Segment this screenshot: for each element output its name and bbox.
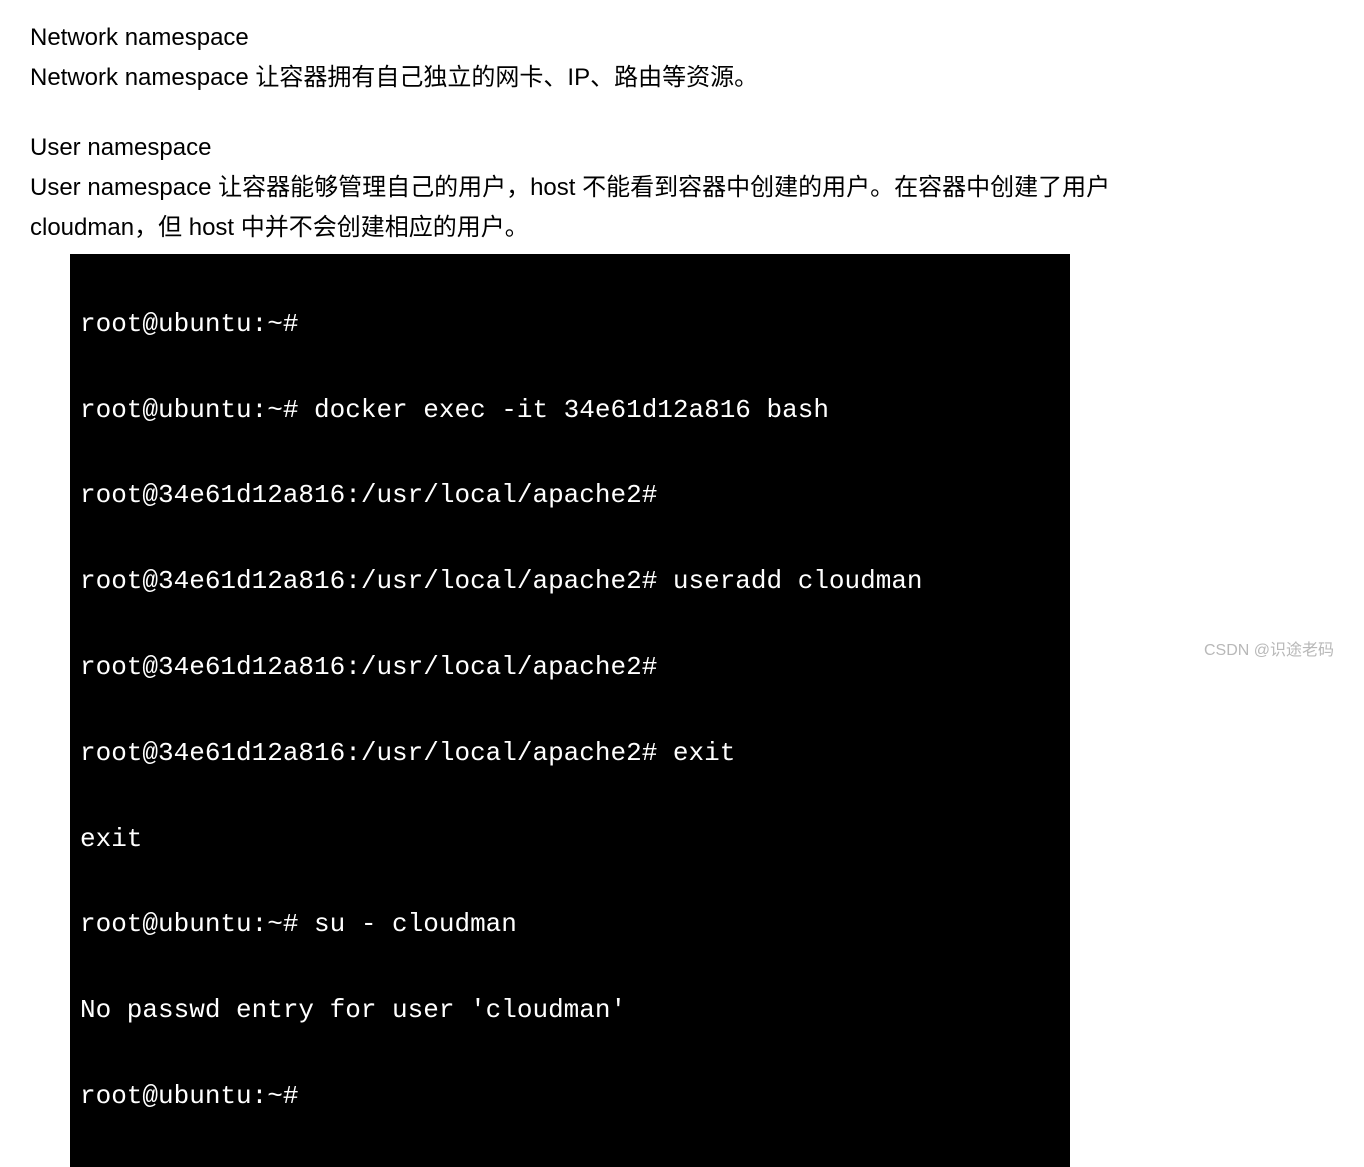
section1-heading: Network namespace xyxy=(30,20,1334,56)
terminal-line: No passwd entry for user 'cloudman' xyxy=(80,989,1060,1032)
terminal-line: root@34e61d12a816:/usr/local/apache2# us… xyxy=(80,560,1060,603)
section1-body: Network namespace 让容器拥有自己独立的网卡、IP、路由等资源。 xyxy=(30,60,1334,96)
section-gap xyxy=(30,100,1334,130)
section2-body-line2: cloudman，但 host 中并不会创建相应的用户。 xyxy=(30,210,1334,246)
terminal-line: root@ubuntu:~# xyxy=(80,1075,1060,1118)
terminal-line: root@ubuntu:~# docker exec -it 34e61d12a… xyxy=(80,389,1060,432)
terminal-line: root@ubuntu:~# su - cloudman xyxy=(80,903,1060,946)
terminal-block: root@ubuntu:~# root@ubuntu:~# docker exe… xyxy=(70,254,1070,1167)
watermark: CSDN @识途老码 xyxy=(1204,636,1334,660)
terminal-line: exit xyxy=(80,818,1060,861)
terminal-line: root@34e61d12a816:/usr/local/apache2# ex… xyxy=(80,732,1060,775)
section2-body-line1: User namespace 让容器能够管理自己的用户，host 不能看到容器中… xyxy=(30,170,1334,206)
terminal-line: root@34e61d12a816:/usr/local/apache2# xyxy=(80,474,1060,517)
terminal-line: root@34e61d12a816:/usr/local/apache2# xyxy=(80,646,1060,689)
section2-heading: User namespace xyxy=(30,130,1334,166)
terminal-line: root@ubuntu:~# xyxy=(80,303,1060,346)
